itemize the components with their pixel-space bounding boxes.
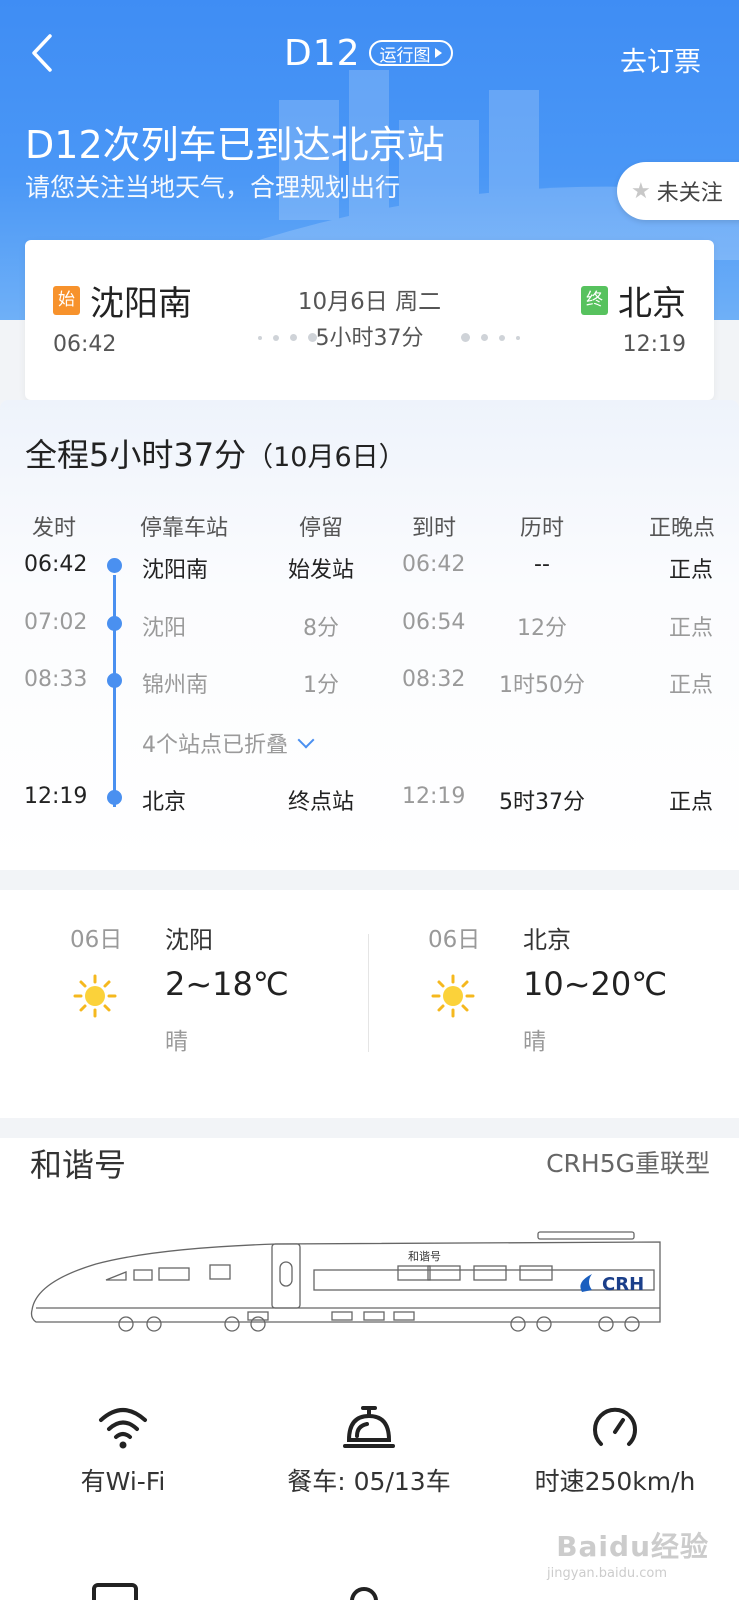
depart-time: 06:42	[24, 552, 88, 577]
train-type-name: 和谐号	[30, 1146, 127, 1184]
progress-dots-right	[461, 333, 520, 342]
weather-city: 北京	[523, 926, 571, 954]
depart-time: 12:19	[24, 784, 88, 809]
depart-time: 07:02	[24, 610, 88, 635]
arrival-status-title: D12次列车已到达北京站	[25, 123, 445, 167]
chevron-down-icon	[297, 731, 315, 749]
train-title: D12 运行图	[284, 30, 453, 76]
feature-wifi: 有Wi-Fi	[0, 1400, 246, 1498]
header-arrive: 到时	[412, 516, 457, 541]
header-status: 正晚点	[648, 516, 715, 541]
watermark-logo: Baidu经验	[556, 1530, 709, 1563]
end-tag: 终	[581, 286, 608, 315]
wifi-icon	[99, 1408, 147, 1449]
header-stay: 停留	[298, 516, 343, 541]
schedule-row[interactable]: 06:42 沈阳南 始发站 06:42 -- 正点	[0, 552, 739, 592]
arrive-time: 06:42	[402, 552, 466, 577]
weather-section: 06日 沈阳 2~18℃ 晴 06日 北京 10~20℃ 晴	[0, 890, 739, 1118]
header-depart: 发时	[32, 516, 77, 541]
watermark-url: jingyan.baidu.com	[547, 1566, 667, 1581]
schedule-row[interactable]: 08:33 锦州南 1分 08:32 1时50分 正点	[0, 667, 739, 707]
crh-logo: CRH	[602, 1274, 644, 1295]
header-station: 停靠车站	[140, 516, 229, 541]
punctuality-status: 正点	[668, 558, 713, 583]
stay-duration: 始发站	[287, 558, 354, 583]
top-bar: D12 运行图 去订票	[0, 0, 739, 110]
elapsed-time: 1时50分	[499, 673, 585, 698]
feature-label: 有Wi-Fi	[80, 1467, 166, 1496]
schedule-row[interactable]: 07:02 沈阳 8分 06:54 12分 正点	[0, 610, 739, 650]
feature-label: 餐车: 05/13车	[287, 1467, 451, 1496]
station-name: 沈阳南	[142, 558, 209, 583]
book-ticket-button[interactable]: 去订票	[620, 40, 701, 79]
weather-city: 沈阳	[165, 926, 213, 954]
stay-duration: 终点站	[287, 790, 354, 815]
feature-dining: 餐车: 05/13车	[246, 1400, 492, 1498]
star-icon: ★	[631, 178, 651, 204]
elapsed-time: 12分	[517, 616, 567, 641]
total-duration: 全程5小时37分	[25, 436, 247, 474]
elapsed-time: 5时37分	[499, 790, 585, 815]
train-body-logo: 和谐号	[408, 1249, 441, 1263]
station-name: 沈阳	[142, 616, 187, 641]
back-button[interactable]	[26, 30, 66, 76]
run-chart-button[interactable]: 运行图	[368, 40, 453, 66]
play-arrow-icon	[434, 48, 442, 58]
schedule-section: 全程5小时37分（10月6日） 发时 停靠车站 停留 到时 历时 正晚点 06:…	[0, 400, 739, 870]
dining-bell-icon	[343, 1406, 395, 1448]
punctuality-status: 正点	[668, 673, 713, 698]
route-card: 始 沈阳南 06:42 10月6日 周二 5小时37分 终 北京 12:19	[25, 240, 714, 400]
weather-description: 晴	[523, 1029, 546, 1055]
feature-label: 时速250km/h	[534, 1467, 696, 1496]
train-illustration: 和谐号 CRH	[30, 1231, 661, 1332]
run-chart-label: 运行图	[379, 45, 431, 66]
weather-day: 06日	[70, 927, 123, 953]
chevron-left-icon	[32, 34, 52, 72]
weather-description: 晴	[165, 1029, 188, 1055]
station-name: 锦州南	[142, 673, 209, 698]
folded-stations-toggle[interactable]: 4个站点已折叠	[142, 727, 315, 759]
train-number: D12	[284, 32, 361, 74]
arrival-status-subtitle: 请您关注当地天气，合理规划出行	[25, 173, 401, 202]
arrive-time: 12:19	[402, 784, 466, 809]
progress-dots-left	[258, 333, 317, 342]
stay-duration: 1分	[303, 673, 339, 698]
weather-card-departure[interactable]: 06日 沈阳 2~18℃ 晴	[0, 890, 369, 1118]
weather-day: 06日	[428, 927, 481, 953]
sun-icon	[431, 974, 475, 1018]
schedule-date: （10月6日）	[246, 442, 406, 473]
schedule-row[interactable]: 12:19 北京 终点站 12:19 5时37分 正点	[0, 784, 739, 824]
arrive-time: 08:32	[402, 667, 466, 692]
sun-icon	[73, 974, 117, 1018]
arrive-time: 06:54	[402, 610, 466, 635]
elapsed-time: --	[534, 552, 550, 577]
header-elapsed: 历时	[519, 516, 564, 541]
speedometer-icon	[593, 1407, 637, 1446]
to-station: 终 北京	[581, 276, 686, 325]
stay-duration: 8分	[303, 616, 339, 641]
seat-icon	[92, 1583, 138, 1600]
feature-speed: 时速250km/h	[492, 1400, 738, 1498]
train-model: CRH5G重联型	[546, 1149, 710, 1178]
follow-button[interactable]: ★ 未关注	[617, 162, 739, 220]
station-name: 北京	[142, 790, 187, 815]
location-pin-icon	[350, 1587, 378, 1600]
punctuality-status: 正点	[668, 790, 713, 815]
depart-time: 08:33	[24, 667, 88, 692]
weather-temperature: 2~18℃	[165, 965, 289, 1003]
to-station-name: 北京	[618, 284, 686, 324]
weather-temperature: 10~20℃	[523, 965, 668, 1003]
to-time: 12:19	[622, 332, 686, 357]
punctuality-status: 正点	[668, 616, 713, 641]
folded-stations-label: 4个站点已折叠	[142, 733, 288, 758]
follow-label: 未关注	[656, 181, 723, 206]
train-detail-page: D12 运行图 去订票 D12次列车已到达北京站 请您关注当地天气，合理规划出行…	[0, 0, 739, 1600]
schedule-title: 全程5小时37分（10月6日）	[25, 430, 406, 476]
weather-card-arrival[interactable]: 06日 北京 10~20℃ 晴	[358, 890, 727, 1118]
